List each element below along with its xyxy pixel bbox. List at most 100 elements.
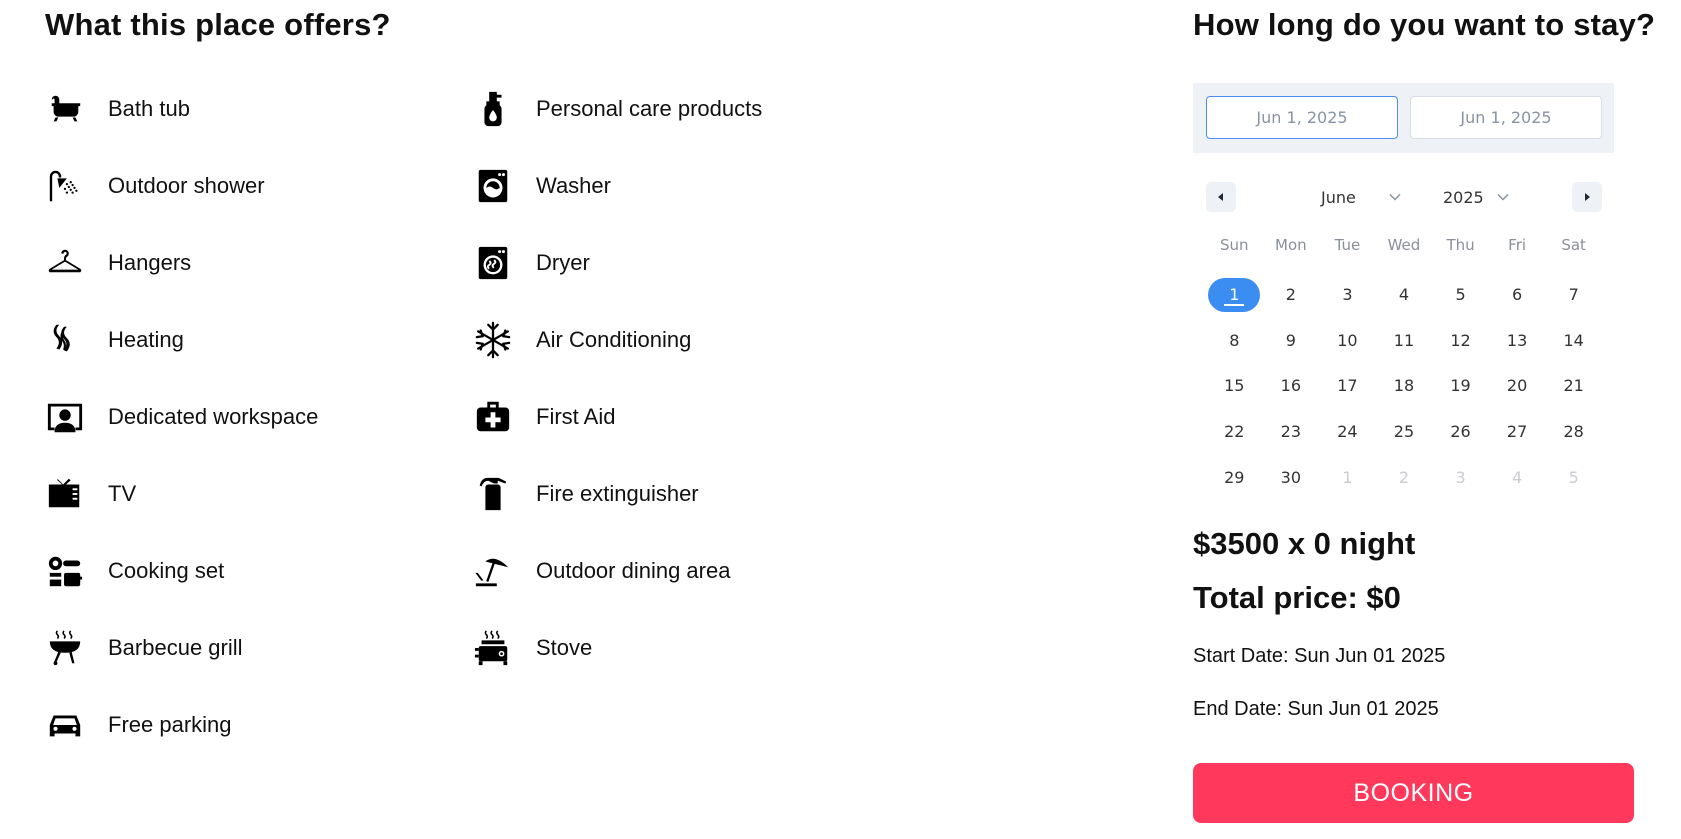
calendar-day-number: 26 <box>1450 422 1471 442</box>
amenity-item: Hangers <box>45 224 445 301</box>
weekday-label: Wed <box>1387 236 1421 254</box>
car-icon <box>45 705 85 745</box>
calendar-day[interactable]: 9 <box>1263 318 1320 364</box>
calendar-day[interactable]: 7 <box>1545 272 1602 318</box>
amenity-label: Free parking <box>108 711 232 737</box>
year-select[interactable]: 2025 <box>1443 184 1510 210</box>
calendar-day-number: 20 <box>1506 376 1528 396</box>
calendar-day[interactable]: 12 <box>1432 318 1489 364</box>
snowflake-icon <box>473 320 513 360</box>
calendar-day-number: 27 <box>1506 422 1528 442</box>
fire-extinguisher-icon <box>473 474 513 514</box>
calendar-day-number: 24 <box>1337 422 1358 442</box>
calendar-day-number: 12 <box>1450 330 1471 350</box>
weekday-label: Mon <box>1275 236 1307 254</box>
calendar-day[interactable]: 21 <box>1545 363 1602 409</box>
amenities-column-2: Personal care products Washer Dryer Air … <box>473 70 873 686</box>
heating-icon <box>45 320 85 360</box>
calendar-day[interactable]: 5 <box>1432 272 1489 318</box>
calendar-day[interactable]: 1 <box>1319 454 1376 500</box>
shower-icon <box>45 166 85 206</box>
amenity-item: First Aid <box>473 378 873 455</box>
calendar-day[interactable]: 27 <box>1489 409 1546 455</box>
calendar-day[interactable]: 6 <box>1489 272 1546 318</box>
amenity-label: Dryer <box>536 249 590 275</box>
calendar-day[interactable]: 19 <box>1432 363 1489 409</box>
calendar-day[interactable]: 23 <box>1263 409 1320 455</box>
end-date-input[interactable]: Jun 1, 2025 <box>1410 96 1602 139</box>
date-range-inputs: Jun 1, 2025 Jun 1, 2025 <box>1193 83 1614 153</box>
start-date-text: Start Date: Sun Jun 01 2025 <box>1193 645 1446 667</box>
calendar-day[interactable]: 4 <box>1489 454 1546 500</box>
amenity-label: TV <box>108 480 137 506</box>
next-month-button[interactable] <box>1572 182 1602 212</box>
tv-icon <box>45 474 85 514</box>
calendar-day[interactable]: 11 <box>1376 318 1433 364</box>
calendar-day[interactable]: 24 <box>1319 409 1376 455</box>
calendar-day-number: 14 <box>1563 330 1584 350</box>
calendar-day[interactable]: 29 <box>1206 454 1263 500</box>
end-date-text: End Date: Sun Jun 01 2025 <box>1193 698 1439 720</box>
calendar-day-number: 8 <box>1229 330 1240 350</box>
start-date-input[interactable]: Jun 1, 2025 <box>1206 96 1398 139</box>
calendar-day[interactable]: 10 <box>1319 318 1376 364</box>
calendar-day-selected[interactable]: 1 <box>1206 272 1263 318</box>
amenity-item: Washer <box>473 147 873 224</box>
calendar-day-number: 10 <box>1337 330 1358 350</box>
calendar-day[interactable]: 26 <box>1432 409 1489 455</box>
calendar-day[interactable]: 5 <box>1545 454 1602 500</box>
calendar-day[interactable]: 14 <box>1545 318 1602 364</box>
calendar-day-number: 5 <box>1568 467 1579 487</box>
calendar-day[interactable]: 4 <box>1376 272 1433 318</box>
calendar-day[interactable]: 22 <box>1206 409 1263 455</box>
calendar-day-number: 16 <box>1280 376 1302 396</box>
amenity-label: Barbecue grill <box>108 634 243 660</box>
calendar-day[interactable]: 3 <box>1432 454 1489 500</box>
amenity-item: Outdoor dining area <box>473 532 873 609</box>
calendar-day-number: 9 <box>1285 330 1296 350</box>
amenity-item: Cooking set <box>45 532 445 609</box>
chevron-down-icon <box>1389 193 1401 201</box>
chevron-down-icon <box>1497 193 1509 201</box>
calendar-day[interactable]: 20 <box>1489 363 1546 409</box>
weekday-header: Sun Mon Tue Wed Thu Fri Sat <box>1206 236 1602 254</box>
calendar-day[interactable]: 25 <box>1376 409 1433 455</box>
soap-bottle-icon <box>473 89 513 129</box>
calendar-day[interactable]: 8 <box>1206 318 1263 364</box>
year-value: 2025 <box>1443 187 1484 207</box>
calendar-day[interactable]: 13 <box>1489 318 1546 364</box>
calendar-day-number: 22 <box>1224 422 1245 442</box>
calendar-day-number: 3 <box>1455 467 1466 487</box>
calendar-day-number: 4 <box>1398 285 1410 305</box>
calendar: June 2025 Sun Mon Tue Wed Thu Fri Sat 12… <box>1206 180 1602 487</box>
stove-icon <box>473 628 513 668</box>
weekday-label: Tue <box>1334 236 1361 254</box>
calendar-day-number: 1 <box>1208 277 1261 312</box>
calendar-day[interactable]: 18 <box>1376 363 1433 409</box>
calendar-day-number: 7 <box>1568 285 1579 305</box>
washer-icon <box>473 166 513 206</box>
amenity-label: Hangers <box>108 249 192 275</box>
calendar-day[interactable]: 28 <box>1545 409 1602 455</box>
amenity-item: Air Conditioning <box>473 301 873 378</box>
amenity-item: Free parking <box>45 686 445 763</box>
calendar-day-number: 3 <box>1342 285 1353 305</box>
booking-button[interactable]: BOOKING <box>1193 763 1634 823</box>
calendar-day[interactable]: 17 <box>1319 363 1376 409</box>
calendar-day[interactable]: 2 <box>1376 454 1433 500</box>
calendar-day[interactable]: 2 <box>1263 272 1320 318</box>
calendar-day[interactable]: 15 <box>1206 363 1263 409</box>
amenity-label: Fire extinguisher <box>536 480 699 506</box>
calendar-day-number: 29 <box>1224 467 1245 487</box>
amenity-item: Stove <box>473 609 873 686</box>
calendar-day[interactable]: 30 <box>1263 454 1320 500</box>
previous-month-button[interactable] <box>1206 182 1236 212</box>
amenity-label: Dedicated workspace <box>108 403 319 429</box>
month-select[interactable]: June <box>1321 184 1402 210</box>
calendar-day[interactable]: 3 <box>1319 272 1376 318</box>
amenity-item: Bath tub <box>45 70 445 147</box>
amenity-label: Heating <box>108 326 184 352</box>
calendar-day[interactable]: 16 <box>1263 363 1320 409</box>
amenity-label: Outdoor shower <box>108 172 265 198</box>
amenity-item: Fire extinguisher <box>473 455 873 532</box>
